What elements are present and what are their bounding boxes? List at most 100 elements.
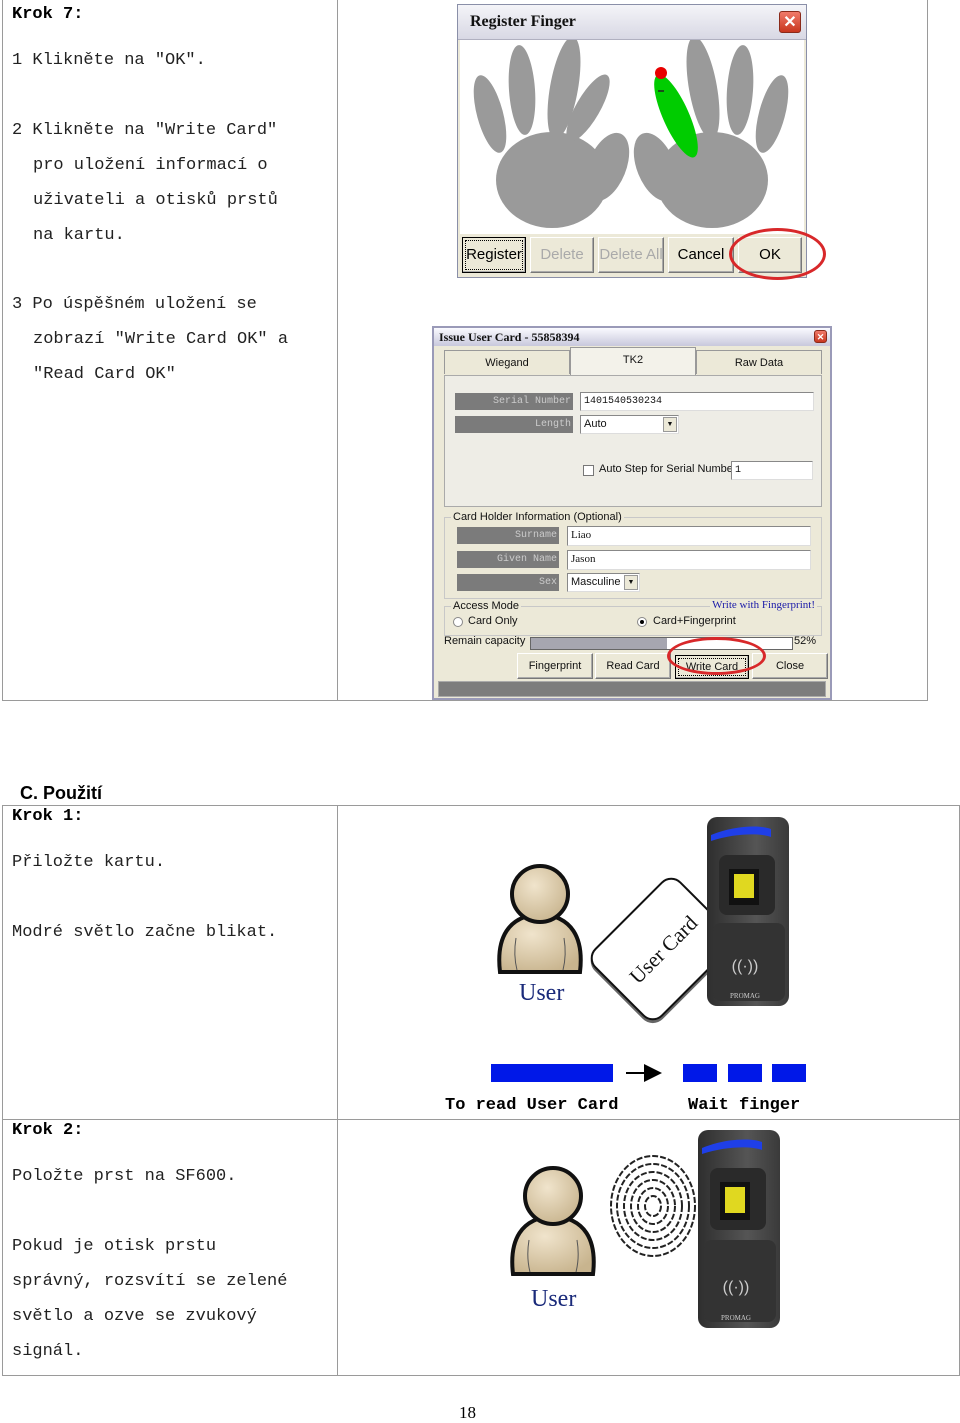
card-fingerprint-label: Card+Fingerprint — [653, 615, 736, 627]
instruction-line: 2 Klikněte na "Write Card" — [12, 121, 278, 140]
close-icon[interactable]: ✕ — [779, 11, 801, 33]
page-number: 18 — [459, 1403, 476, 1422]
table-border-left — [2, 805, 3, 1376]
hands-illustration — [467, 36, 795, 228]
chevron-down-icon[interactable]: ▼ — [624, 575, 638, 590]
step2-line: Položte prst na SF600. — [12, 1167, 237, 1186]
step1-line: Modré světlo začne blikat. — [12, 923, 278, 942]
auto-step-checkbox[interactable] — [583, 465, 594, 476]
given-name-label: Given Name — [457, 551, 559, 568]
tk2-panel: Serial Number 1401540530234 Length Auto … — [444, 375, 822, 507]
dialog-titlebar: Register Finger — [458, 5, 806, 40]
tab-raw-data[interactable]: Raw Data — [696, 350, 822, 374]
issue-user-card-dialog: Issue User Card - 55858394 ✕ Wiegand TK2… — [432, 326, 832, 700]
finger-indicator-dot — [655, 67, 667, 79]
step2-heading: Krok 2: — [12, 1121, 84, 1140]
table-row-divider — [2, 1119, 960, 1120]
dialog-title: Register Finger — [470, 13, 576, 30]
remain-capacity-label: Remain capacity — [444, 635, 526, 647]
tab-wiegand[interactable]: Wiegand — [444, 350, 570, 374]
instruction-line: pro uložení informací o — [33, 156, 268, 175]
indicator-blink-bar — [772, 1064, 806, 1082]
length-label: Length — [455, 416, 573, 433]
step-heading: Krok 7: — [12, 5, 84, 24]
svg-text:((·)): ((·)) — [723, 1279, 750, 1296]
surname-label: Surname — [457, 527, 559, 544]
step2-line: Pokud je otisk prstu — [12, 1237, 217, 1256]
fingerprint-icon — [610, 1155, 696, 1257]
delete-button[interactable]: Delete — [530, 237, 594, 273]
instruction-line: 1 Klikněte na "OK". — [12, 51, 206, 70]
instruction-line: "Read Card OK" — [33, 365, 176, 384]
device-brand: PROMAG — [721, 1314, 751, 1322]
right-hand — [633, 36, 795, 228]
write-card-highlight-ring — [667, 637, 766, 675]
dialog-title: Issue User Card - 55858394 — [439, 330, 580, 344]
table-column-divider — [337, 0, 338, 701]
user-icon — [510, 1166, 596, 1276]
instruction-line: zobrazí "Write Card OK" a — [33, 330, 289, 349]
register-button[interactable]: Register — [462, 237, 526, 273]
caption-read-card: To read User Card — [445, 1096, 619, 1115]
table-border-left — [2, 0, 3, 701]
given-name-input[interactable]: Jason — [567, 550, 811, 570]
hands-canvas — [460, 36, 804, 234]
right-ring-finger[interactable] — [724, 44, 756, 136]
user-label: User — [519, 980, 565, 1006]
sex-value: Masculine — [571, 576, 621, 588]
read-card-button[interactable]: Read Card — [595, 653, 671, 679]
step2-line: světlo a ozve se zvukový — [12, 1307, 257, 1326]
surname-input[interactable]: Liao — [567, 526, 811, 546]
left-ring-finger[interactable] — [506, 44, 538, 136]
serial-number-label: Serial Number — [455, 393, 573, 410]
access-mode-group: Access Mode Write with Fingerprint! Card… — [444, 599, 822, 636]
fingerprint-reader-device: ((·)) PROMAG — [696, 1128, 782, 1330]
reader-illustration: ((·)) PROMAG — [707, 817, 789, 1006]
table-border-top — [2, 805, 960, 806]
right-little-finger[interactable] — [749, 72, 795, 156]
device-brand: PROMAG — [730, 992, 760, 1000]
step1-heading: Krok 1: — [12, 807, 84, 826]
fingerprint-button[interactable]: Fingerprint — [517, 653, 593, 679]
close-icon[interactable]: ✕ — [814, 330, 827, 343]
length-value: Auto — [584, 418, 607, 430]
write-with-fingerprint-note: Write with Fingerprint! — [710, 599, 817, 611]
card-only-radio[interactable] — [453, 617, 463, 627]
auto-step-input[interactable]: 1 — [731, 461, 813, 480]
caption-wait-finger: Wait finger — [688, 1096, 801, 1115]
dialog-titlebar: Issue User Card - 55858394 — [434, 328, 830, 346]
fingerprint-reader-device: ((·)) PROMAG — [705, 815, 791, 1008]
table-border-right — [927, 0, 928, 701]
instruction-line: na kartu. — [33, 226, 125, 245]
arrow-right-icon — [644, 1064, 662, 1082]
sex-select[interactable]: Masculine ▼ — [567, 573, 640, 592]
cancel-button[interactable]: Cancel — [668, 237, 734, 273]
left-little-finger[interactable] — [467, 72, 513, 156]
user-icon — [497, 864, 583, 974]
step1-line: Přiložte kartu. — [12, 853, 166, 872]
indicator-blink-bar — [728, 1064, 762, 1082]
user-label: User — [531, 1286, 577, 1312]
reader-illustration: ((·)) PROMAG — [698, 1130, 780, 1328]
user-card-label: User Card — [624, 910, 703, 989]
instruction-line: uživateli a otisků prstů — [33, 191, 278, 210]
chevron-down-icon[interactable]: ▼ — [663, 417, 677, 432]
card-holder-caption: Card Holder Information (Optional) — [451, 510, 624, 524]
table-border-bottom — [2, 1375, 960, 1376]
instruction-line: 3 Po úspěšném uložení se — [12, 295, 257, 314]
serial-number-input[interactable]: 1401540530234 — [580, 392, 814, 411]
access-mode-caption: Access Mode — [451, 599, 522, 613]
left-hand — [467, 36, 630, 228]
table-column-divider — [337, 805, 338, 1376]
tab-tk2[interactable]: TK2 — [570, 347, 696, 375]
status-bar — [438, 681, 826, 697]
card-fingerprint-radio[interactable] — [637, 617, 647, 627]
remain-capacity-percent: 52% — [794, 635, 817, 647]
length-select[interactable]: Auto ▼ — [580, 415, 679, 434]
auto-step-label: Auto Step for Serial Number — [599, 463, 737, 475]
sex-label: Sex — [457, 574, 559, 591]
step2-line: správný, rozsvítí se zelené — [12, 1272, 288, 1291]
card-holder-group: Card Holder Information (Optional) Surna… — [444, 510, 822, 599]
delete-all-button[interactable]: Delete All — [598, 237, 664, 273]
card-only-label: Card Only — [468, 615, 518, 627]
